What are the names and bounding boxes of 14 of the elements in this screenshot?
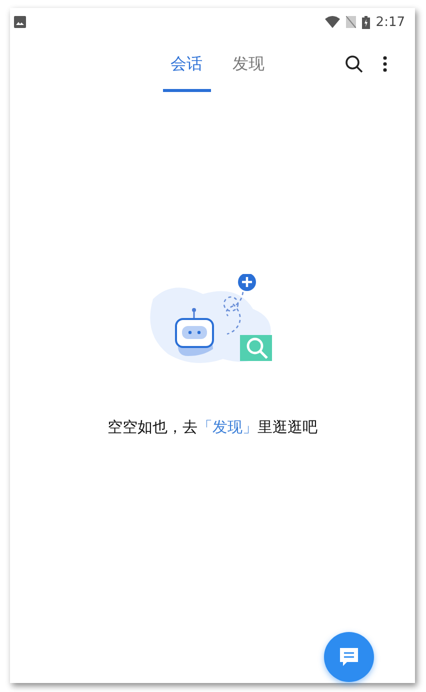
- empty-message-end: 里逛逛吧: [258, 418, 318, 437]
- image-icon: [14, 16, 26, 28]
- new-chat-button[interactable]: [324, 632, 374, 682]
- search-icon[interactable]: [345, 55, 363, 73]
- wifi-icon: [324, 16, 340, 28]
- empty-message: 空空如也，去: [108, 418, 198, 437]
- discover-link[interactable]: 「发现」: [198, 418, 258, 437]
- message-icon: [339, 647, 359, 667]
- status-time: 2:17: [376, 14, 405, 30]
- battery-charging-icon: [362, 16, 370, 28]
- tab[interactable]: 会话: [162, 36, 210, 92]
- no-sim-icon: [346, 16, 356, 28]
- more-icon[interactable]: [383, 56, 387, 72]
- tab[interactable]: 发现: [224, 36, 272, 92]
